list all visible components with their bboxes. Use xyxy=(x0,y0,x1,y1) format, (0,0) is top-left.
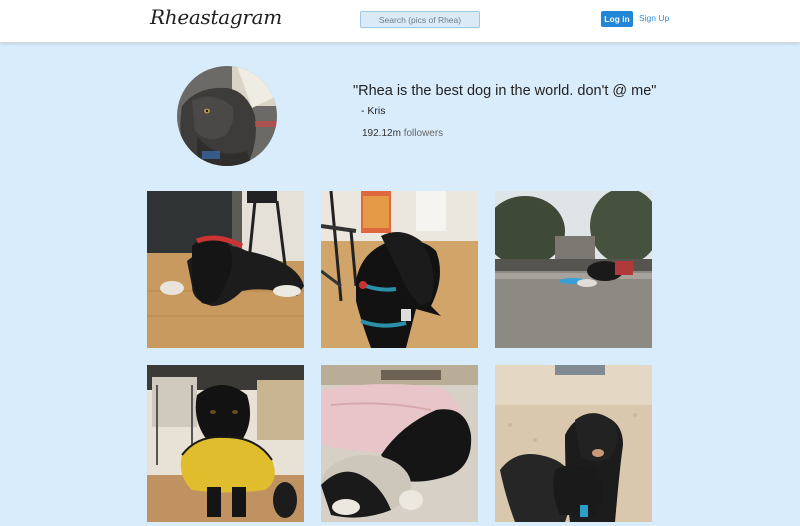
followers-count: 192.12m followers xyxy=(362,128,443,139)
photo-tile-5[interactable] xyxy=(321,365,478,522)
photo-tile-4[interactable] xyxy=(147,365,304,522)
quote-author: - Kris xyxy=(361,105,386,117)
top-navbar: Rheastagram Log in Sign Up xyxy=(0,0,800,43)
profile-quote: "Rhea is the best dog in the world. don'… xyxy=(353,83,657,99)
app-logo[interactable]: Rheastagram xyxy=(150,5,282,29)
search-input[interactable] xyxy=(360,11,480,28)
photo-tile-1[interactable] xyxy=(147,191,304,348)
signup-link[interactable]: Sign Up xyxy=(639,13,669,23)
profile-avatar xyxy=(177,66,277,166)
photo-tile-6[interactable] xyxy=(495,365,652,522)
followers-label: followers xyxy=(403,128,444,139)
photo-tile-3[interactable] xyxy=(495,191,652,348)
photo-tile-2[interactable] xyxy=(321,191,478,348)
followers-number: 192.12m xyxy=(362,128,401,139)
login-button[interactable]: Log in xyxy=(601,11,633,27)
